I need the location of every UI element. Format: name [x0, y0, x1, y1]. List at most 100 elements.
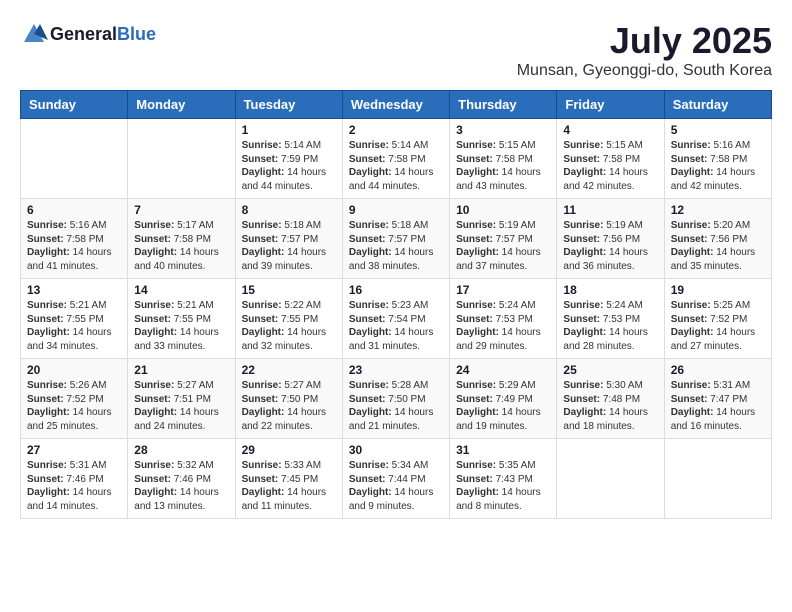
- calendar-cell: 16Sunrise: 5:23 AMSunset: 7:54 PMDayligh…: [342, 279, 449, 359]
- calendar-cell: 24 Sunrise: 5:29 AMSunset: 7:49 PMDayligh…: [450, 359, 557, 439]
- day-number: 18: [563, 283, 657, 297]
- day-info: Daylight: 14 hours and 14 minutes.: [27, 486, 121, 513]
- logo-icon: [20, 20, 48, 48]
- day-info: Sunset: 7:46 PM: [134, 473, 228, 487]
- calendar-cell: 4Sunrise: 5:15 AMSunset: 7:58 PMDaylight…: [557, 119, 664, 199]
- calendar-cell: 14Sunrise: 5:21 AMSunset: 7:55 PMDayligh…: [128, 279, 235, 359]
- day-info: Sunset: 7:58 PM: [563, 153, 657, 167]
- day-info: Daylight: 14 hours and 24 minutes.: [134, 406, 228, 433]
- day-header-sunday: Sunday: [21, 91, 128, 119]
- day-info: Daylight: 14 hours and 31 minutes.: [349, 326, 443, 353]
- day-number: 17: [456, 283, 550, 297]
- day-info: Daylight: 14 hours and 44 minutes.: [349, 166, 443, 193]
- day-info: Sunset: 7:57 PM: [456, 233, 550, 247]
- day-header-wednesday: Wednesday: [342, 91, 449, 119]
- day-info: Sunset: 7:58 PM: [349, 153, 443, 167]
- day-info: Daylight: 14 hours and 19 minutes.: [456, 406, 550, 433]
- day-number: 5: [671, 123, 765, 137]
- calendar-cell: 5Sunrise: 5:16 AMSunset: 7:58 PMDaylight…: [664, 119, 771, 199]
- day-info: Daylight: 14 hours and 9 minutes.: [349, 486, 443, 513]
- calendar-table: SundayMondayTuesdayWednesdayThursdayFrid…: [20, 90, 772, 519]
- day-info: Sunrise: 5:18 AM: [242, 219, 336, 233]
- day-number: 11: [563, 203, 657, 217]
- calendar-cell: 13Sunrise: 5:21 AMSunset: 7:55 PMDayligh…: [21, 279, 128, 359]
- calendar-cell: 3Sunrise: 5:15 AMSunset: 7:58 PMDaylight…: [450, 119, 557, 199]
- day-info: Sunset: 7:50 PM: [349, 393, 443, 407]
- day-number: 25: [563, 363, 657, 377]
- day-info: Sunset: 7:54 PM: [349, 313, 443, 327]
- day-number: 3: [456, 123, 550, 137]
- day-info: Daylight: 14 hours and 29 minutes.: [456, 326, 550, 353]
- day-info: Sunrise: 5:14 AM: [349, 139, 443, 153]
- calendar-cell: 30Sunrise: 5:34 AMSunset: 7:44 PMDayligh…: [342, 439, 449, 519]
- day-info: Daylight: 14 hours and 36 minutes.: [563, 246, 657, 273]
- day-info: Sunrise: 5:16 AM: [671, 139, 765, 153]
- day-info: Sunset: 7:43 PM: [456, 473, 550, 487]
- day-info: Sunset: 7:56 PM: [671, 233, 765, 247]
- day-info: Sunset: 7:55 PM: [134, 313, 228, 327]
- day-number: 22: [242, 363, 336, 377]
- calendar-cell: 20 Sunrise: 5:26 AMSunset: 7:52 PMDayligh…: [21, 359, 128, 439]
- calendar-cell: 8Sunrise: 5:18 AMSunset: 7:57 PMDaylight…: [235, 199, 342, 279]
- day-info: Sunrise: 5:27 AM: [134, 379, 228, 393]
- day-info: Sunset: 7:48 PM: [563, 393, 657, 407]
- day-info: Daylight: 14 hours and 34 minutes.: [27, 326, 121, 353]
- day-info: Daylight: 14 hours and 18 minutes.: [563, 406, 657, 433]
- day-info: Daylight: 14 hours and 11 minutes.: [242, 486, 336, 513]
- calendar-week-2: 6Sunrise: 5:16 AMSunset: 7:58 PMDaylight…: [21, 199, 772, 279]
- day-info: Daylight: 14 hours and 33 minutes.: [134, 326, 228, 353]
- day-number: 9: [349, 203, 443, 217]
- day-info: Sunset: 7:52 PM: [27, 393, 121, 407]
- day-info: Sunrise: 5:32 AM: [134, 459, 228, 473]
- logo-general-text: General: [50, 24, 117, 44]
- day-number: 20: [27, 363, 121, 377]
- day-info: Sunrise: 5:24 AM: [563, 299, 657, 313]
- day-number: 26: [671, 363, 765, 377]
- day-info: Daylight: 14 hours and 25 minutes.: [27, 406, 121, 433]
- calendar-cell: [21, 119, 128, 199]
- day-info: Sunset: 7:58 PM: [134, 233, 228, 247]
- day-info: Sunrise: 5:19 AM: [563, 219, 657, 233]
- day-info: Daylight: 14 hours and 27 minutes.: [671, 326, 765, 353]
- day-info: Sunrise: 5:29 AM: [456, 379, 550, 393]
- calendar-week-1: 1Sunrise: 5:14 AMSunset: 7:59 PMDaylight…: [21, 119, 772, 199]
- calendar-cell: [128, 119, 235, 199]
- day-info: Sunset: 7:49 PM: [456, 393, 550, 407]
- day-info: Sunset: 7:55 PM: [242, 313, 336, 327]
- day-info: Sunset: 7:47 PM: [671, 393, 765, 407]
- day-number: 29: [242, 443, 336, 457]
- day-info: Sunrise: 5:18 AM: [349, 219, 443, 233]
- day-info: Sunset: 7:52 PM: [671, 313, 765, 327]
- day-info: Sunrise: 5:24 AM: [456, 299, 550, 313]
- day-number: 8: [242, 203, 336, 217]
- day-number: 23: [349, 363, 443, 377]
- day-number: 13: [27, 283, 121, 297]
- day-header-thursday: Thursday: [450, 91, 557, 119]
- day-info: Sunrise: 5:15 AM: [456, 139, 550, 153]
- day-number: 10: [456, 203, 550, 217]
- day-info: Sunset: 7:53 PM: [456, 313, 550, 327]
- main-title: July 2025: [517, 20, 772, 62]
- calendar-cell: 27Sunrise: 5:31 AMSunset: 7:46 PMDayligh…: [21, 439, 128, 519]
- day-info: Sunset: 7:45 PM: [242, 473, 336, 487]
- day-number: 16: [349, 283, 443, 297]
- day-info: Sunrise: 5:21 AM: [134, 299, 228, 313]
- day-info: Sunrise: 5:26 AM: [27, 379, 121, 393]
- day-info: Daylight: 14 hours and 41 minutes.: [27, 246, 121, 273]
- calendar-cell: 12Sunrise: 5:20 AMSunset: 7:56 PMDayligh…: [664, 199, 771, 279]
- day-number: 21: [134, 363, 228, 377]
- calendar-cell: 2Sunrise: 5:14 AMSunset: 7:58 PMDaylight…: [342, 119, 449, 199]
- day-number: 15: [242, 283, 336, 297]
- day-info: Sunrise: 5:31 AM: [27, 459, 121, 473]
- day-info: Sunrise: 5:16 AM: [27, 219, 121, 233]
- day-number: 24: [456, 363, 550, 377]
- day-info: Daylight: 14 hours and 21 minutes.: [349, 406, 443, 433]
- calendar-cell: 17 Sunrise: 5:24 AMSunset: 7:53 PMDayligh…: [450, 279, 557, 359]
- day-number: 7: [134, 203, 228, 217]
- day-info: Sunrise: 5:19 AM: [456, 219, 550, 233]
- day-info: Daylight: 14 hours and 42 minutes.: [671, 166, 765, 193]
- day-info: Sunset: 7:53 PM: [563, 313, 657, 327]
- calendar-cell: 22Sunrise: 5:27 AMSunset: 7:50 PMDayligh…: [235, 359, 342, 439]
- day-info: Sunrise: 5:33 AM: [242, 459, 336, 473]
- day-info: Sunset: 7:57 PM: [349, 233, 443, 247]
